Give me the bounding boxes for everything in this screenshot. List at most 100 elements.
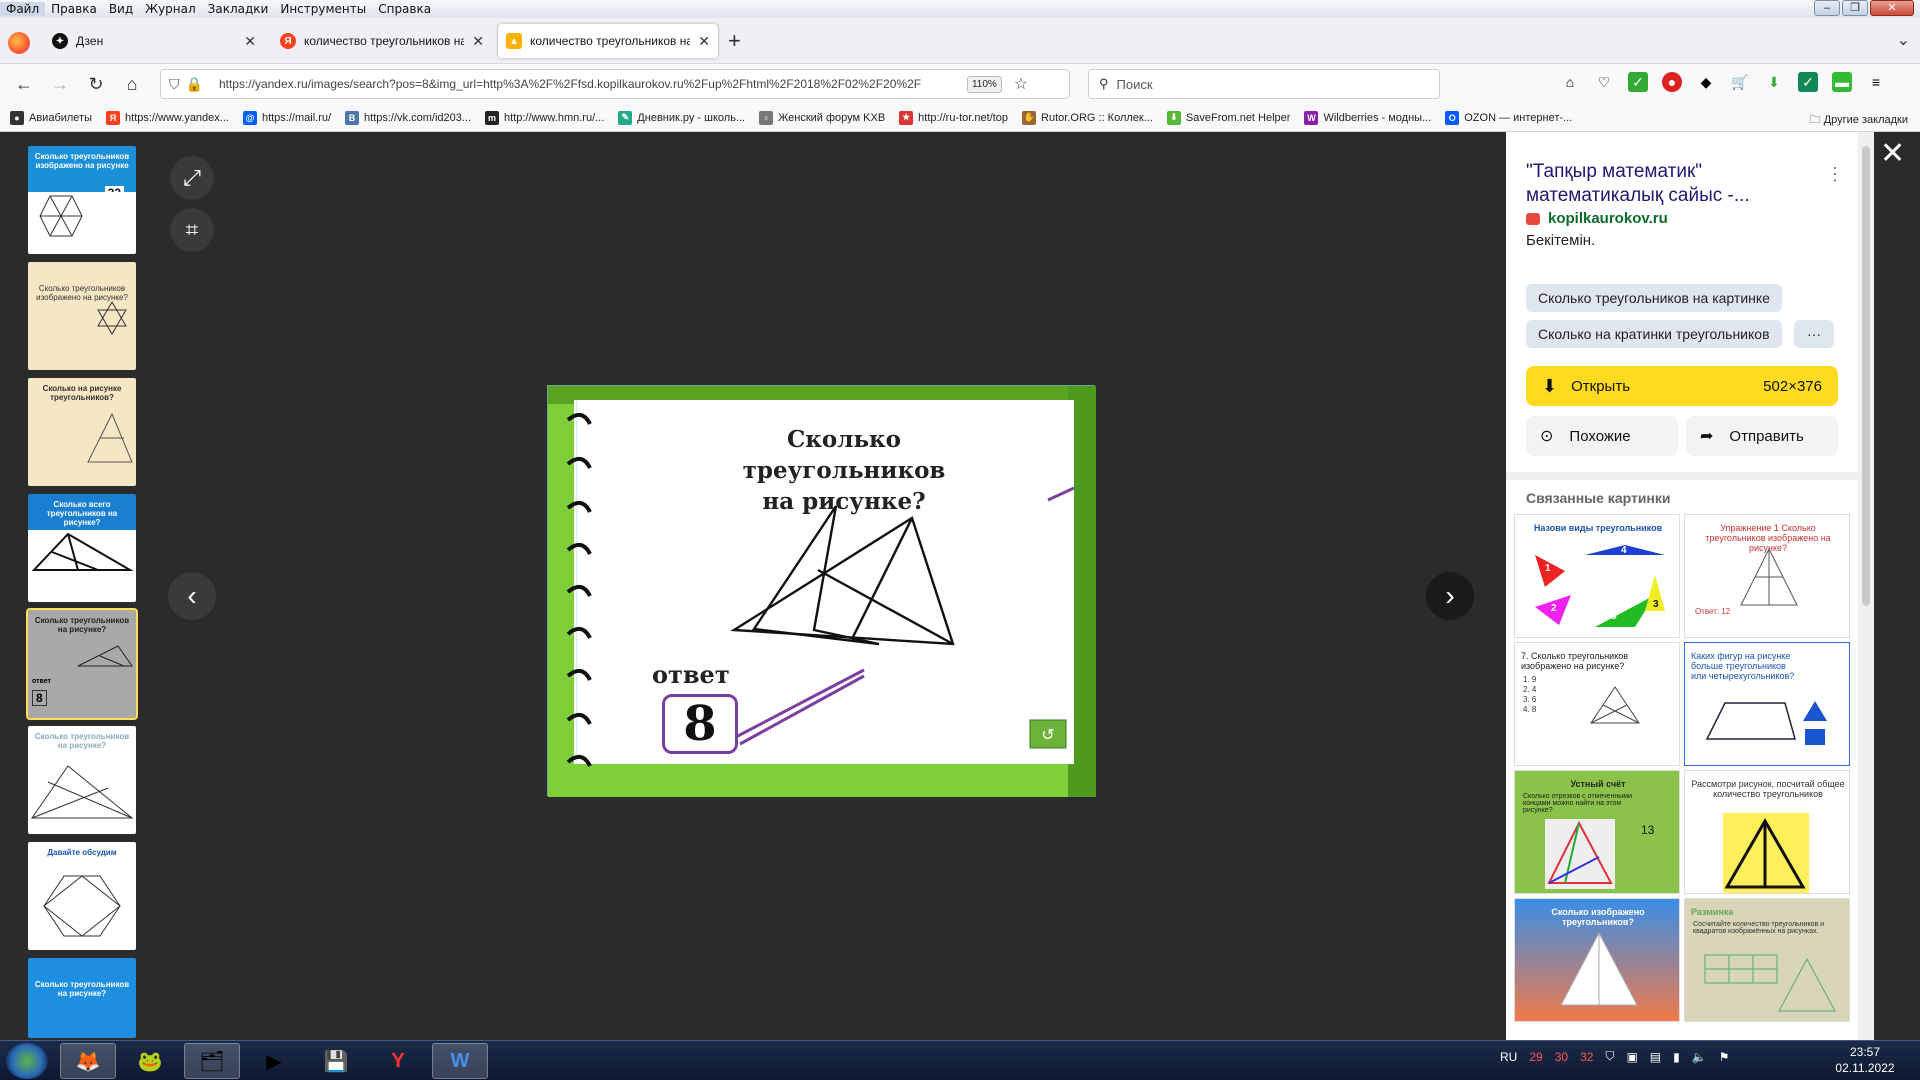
bookmark-item[interactable]: ★ http://ru-tor.net/top bbox=[899, 110, 1008, 125]
nvidia-icon[interactable]: ▣ bbox=[1626, 1050, 1637, 1064]
crop-icon[interactable]: ⌗ bbox=[170, 208, 214, 252]
related-thumbnail[interactable]: Сколько изображено треугольников? bbox=[1514, 898, 1680, 1022]
cart-icon[interactable]: 🛒 bbox=[1730, 72, 1750, 92]
related-thumbnail[interactable]: Каких фигур на рисунке больше треугольни… bbox=[1684, 642, 1850, 766]
address-bar[interactable]: ⛉🔒 https://yandex.ru/images/search?pos=8… bbox=[160, 69, 1070, 99]
app-menu-icon[interactable]: ≡ bbox=[1866, 72, 1886, 92]
thumbnail[interactable]: Сколько на рисунке треугольников? bbox=[28, 378, 136, 486]
menu-bookmarks[interactable]: Закладки bbox=[202, 2, 275, 16]
new-tab-button[interactable]: + bbox=[728, 28, 741, 54]
open-image-button[interactable]: ⬇ Открыть 502×376 bbox=[1526, 366, 1838, 406]
bookmark-star-icon[interactable]: ☆ bbox=[1014, 74, 1028, 94]
tab-dzen[interactable]: ✦ Дзен ✕ bbox=[44, 24, 264, 58]
bookmark-item[interactable]: ♀ Женский форум KXB bbox=[759, 110, 885, 125]
menu-edit[interactable]: Правка bbox=[45, 2, 103, 16]
network-icon[interactable]: ⚑ bbox=[1719, 1050, 1730, 1064]
zoom-indicator[interactable]: 110% bbox=[966, 75, 1002, 93]
start-button[interactable] bbox=[6, 1043, 48, 1079]
bookmark-item[interactable]: m http://www.hmn.ru/... bbox=[485, 110, 604, 125]
thumbnail[interactable]: Давайте обсудим bbox=[28, 842, 136, 950]
similar-button[interactable]: ⊙ Похожие bbox=[1526, 416, 1678, 456]
fullscreen-icon[interactable]: ⤢ bbox=[170, 156, 214, 200]
shield-tray-icon[interactable]: ⛉ bbox=[1605, 1049, 1614, 1064]
save-disk-icon[interactable]: 💾 bbox=[308, 1043, 364, 1079]
panel-scrollbar[interactable] bbox=[1858, 132, 1874, 1040]
more-options-icon[interactable]: ⋮ bbox=[1826, 164, 1844, 185]
download-helper-icon[interactable]: ⬇ bbox=[1764, 72, 1784, 92]
thumbnail[interactable]: Сколько всего треугольников на рисунке? bbox=[28, 494, 136, 602]
close-icon[interactable]: ✕ bbox=[472, 33, 484, 50]
forward-button[interactable]: → bbox=[44, 68, 76, 100]
source-site[interactable]: kopilkaurokov.ru bbox=[1526, 210, 1668, 227]
signal-icon[interactable]: ▮ bbox=[1673, 1050, 1680, 1064]
search-tag-chip[interactable]: Сколько треугольников на картинке bbox=[1526, 284, 1782, 312]
related-thumbnail[interactable]: Упражнение 1 Сколько треугольников изобр… bbox=[1684, 514, 1850, 638]
menu-view[interactable]: Вид bbox=[103, 2, 139, 16]
bookmark-item[interactable]: ● Авиабилеты bbox=[10, 110, 92, 125]
related-thumbnail[interactable]: Разминка Сосчитайте количество треугольн… bbox=[1684, 898, 1850, 1022]
bookmark-item[interactable]: ⬇ SaveFrom.net Helper bbox=[1166, 110, 1290, 125]
main-image[interactable]: ↺ Сколько треугольников на рисунке? отве… bbox=[547, 385, 1096, 797]
bookmark-item[interactable]: ✎ Дневник.ру - школь... bbox=[618, 110, 745, 125]
bookmark-item[interactable]: Яhttps://www.yandex... bbox=[106, 110, 229, 125]
more-chips-button[interactable]: ··· bbox=[1794, 320, 1834, 348]
thumbnail[interactable]: Сколько треугольников изображено на рису… bbox=[28, 262, 136, 370]
reader-icon[interactable]: ⌂ bbox=[1560, 72, 1580, 92]
next-image-button[interactable]: › bbox=[1426, 572, 1474, 620]
thumbnail-selected[interactable]: Сколько треугольников на рисунке? ответ … bbox=[26, 608, 138, 720]
firefox-menu-icon[interactable] bbox=[8, 32, 30, 54]
clock[interactable]: 23:57 02.11.2022 bbox=[1820, 1044, 1910, 1076]
tracking-shield-icon[interactable]: ⛉🔒 bbox=[169, 76, 209, 93]
menu-file[interactable]: Файл bbox=[0, 2, 46, 16]
app-taskbar-icon[interactable]: 🐸 bbox=[122, 1043, 178, 1079]
tab-list-chevron-icon[interactable]: ⌄ bbox=[1897, 30, 1910, 50]
back-button[interactable]: ← bbox=[8, 68, 40, 100]
close-window-button[interactable]: ✕ bbox=[1870, 0, 1914, 16]
thumbnail[interactable]: Сколько треугольников на рисунке? bbox=[28, 958, 136, 1038]
source-title[interactable]: "Тапқыр математик" математикалық сайыс -… bbox=[1526, 160, 1826, 208]
related-thumbnail[interactable]: Назови виды треугольников 1 2 3 4 5 bbox=[1514, 514, 1680, 638]
close-viewer-icon[interactable]: ✕ bbox=[1880, 136, 1905, 171]
related-thumbnail[interactable]: Рассмотри рисунок, посчитай общее количе… bbox=[1684, 770, 1850, 894]
search-tag-chip[interactable]: Сколько на кратинки треугольников bbox=[1526, 320, 1782, 348]
menu-help[interactable]: Справка bbox=[372, 2, 437, 16]
adguard-icon[interactable]: ✓ bbox=[1628, 72, 1648, 92]
related-thumbnail[interactable]: Устный счёт Сколько отрезков с отмеченны… bbox=[1514, 770, 1680, 894]
yandex-browser-icon[interactable]: Y bbox=[370, 1043, 426, 1079]
maximize-button[interactable]: ❐ bbox=[1842, 0, 1868, 16]
home-button[interactable]: ⌂ bbox=[116, 68, 148, 100]
search-input[interactable]: ⚲ Поиск bbox=[1088, 69, 1440, 99]
flag-icon[interactable]: ▤ bbox=[1650, 1050, 1661, 1064]
bookmark-item[interactable]: O OZON — интернет-... bbox=[1445, 110, 1572, 125]
minimize-button[interactable]: – bbox=[1814, 0, 1840, 16]
extension-icon[interactable]: ◆ bbox=[1696, 72, 1716, 92]
file-explorer-icon[interactable]: 🗂 bbox=[184, 1043, 240, 1079]
share-button[interactable]: ➦ Отправить bbox=[1686, 416, 1838, 456]
other-bookmarks[interactable]: 🗀 Другие закладки bbox=[1810, 111, 1908, 130]
thumbnail[interactable]: Сколько треугольников на рисунке? bbox=[28, 726, 136, 834]
related-thumbnail[interactable]: 7. Сколько треугольников изображено на р… bbox=[1514, 642, 1680, 766]
shield-icon[interactable]: ✓ bbox=[1798, 72, 1818, 92]
close-icon[interactable]: ✕ bbox=[698, 33, 710, 50]
media-player-icon[interactable]: ▶ bbox=[246, 1043, 302, 1079]
prev-image-button[interactable]: ‹ bbox=[168, 572, 216, 620]
battery-icon[interactable]: ▬ bbox=[1832, 72, 1852, 92]
language-indicator[interactable]: RU bbox=[1500, 1050, 1517, 1064]
pocket-icon[interactable]: ♡ bbox=[1594, 72, 1614, 92]
word-icon[interactable]: W bbox=[432, 1043, 488, 1079]
close-icon[interactable]: ✕ bbox=[244, 33, 256, 50]
bookmark-item[interactable]: Вhttps://vk.com/id203... bbox=[345, 110, 471, 125]
menu-tools[interactable]: Инструменты bbox=[274, 2, 372, 16]
tab-yandex-images[interactable]: ▲ количество треугольников на ✕ bbox=[498, 24, 718, 58]
bookmark-item[interactable]: @ https://mail.ru/ bbox=[242, 110, 331, 125]
adblock-icon[interactable]: ● bbox=[1662, 72, 1682, 92]
firefox-taskbar-icon[interactable]: 🦊 bbox=[60, 1043, 116, 1079]
reload-button[interactable]: ↻ bbox=[80, 68, 112, 100]
bookmark-item[interactable]: W Wildberries - модны... bbox=[1304, 110, 1431, 125]
url-text[interactable]: https://yandex.ru/images/search?pos=8&im… bbox=[219, 77, 959, 91]
volume-icon[interactable]: 🔈 bbox=[1692, 1050, 1707, 1064]
tab-yandex-search[interactable]: Я количество треугольников на ✕ bbox=[272, 24, 492, 58]
menu-history[interactable]: Журнал bbox=[139, 2, 202, 16]
thumbnail[interactable]: Сколько треугольников изображено на рису… bbox=[28, 146, 136, 254]
bookmark-item[interactable]: ✋ Rutor.ORG :: Коллек... bbox=[1022, 110, 1153, 125]
